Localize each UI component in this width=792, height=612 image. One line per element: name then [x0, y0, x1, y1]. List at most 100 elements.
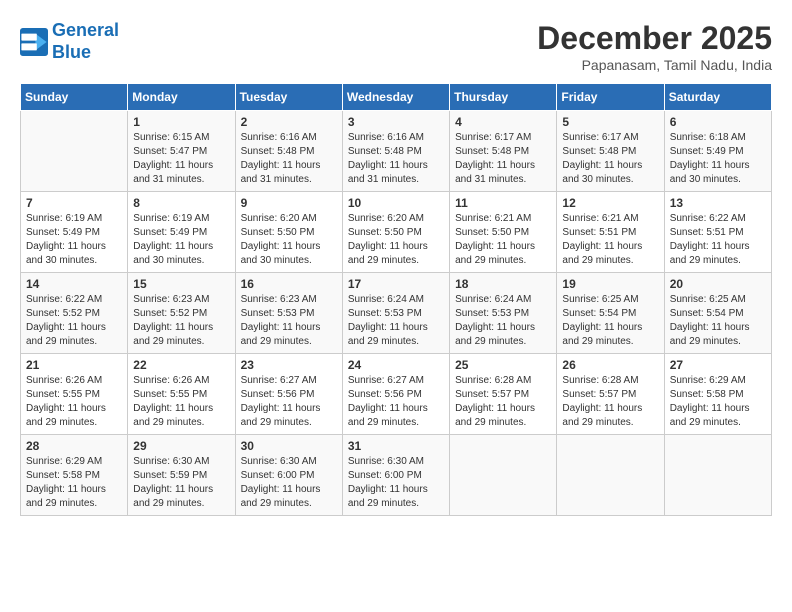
calendar-cell: 30 Sunrise: 6:30 AM Sunset: 6:00 PM Dayli…: [235, 435, 342, 516]
calendar-cell: 13 Sunrise: 6:22 AM Sunset: 5:51 PM Dayli…: [664, 192, 771, 273]
calendar-cell: 15Sunrise: 6:23 AM Sunset: 5:52 PM Dayli…: [128, 273, 235, 354]
calendar-cell: 12 Sunrise: 6:21 AM Sunset: 5:51 PM Dayli…: [557, 192, 664, 273]
day-number: 5: [562, 115, 658, 129]
calendar-cell: 24 Sunrise: 6:27 AM Sunset: 5:56 PM Dayli…: [342, 354, 449, 435]
calendar-cell: 4 Sunrise: 6:17 AM Sunset: 5:48 PM Daylig…: [450, 111, 557, 192]
month-title: December 2025: [537, 20, 772, 57]
calendar-cell: 20Sunrise: 6:25 AM Sunset: 5:54 PM Dayli…: [664, 273, 771, 354]
day-number: 7: [26, 196, 122, 210]
calendar-table: SundayMondayTuesdayWednesdayThursdayFrid…: [20, 83, 772, 516]
calendar-cell: 3 Sunrise: 6:16 AM Sunset: 5:48 PM Daylig…: [342, 111, 449, 192]
weekday-header: Monday: [128, 84, 235, 111]
day-number: 14: [26, 277, 122, 291]
cell-text: Sunrise: 6:19 AM Sunset: 5:49 PM Dayligh…: [26, 212, 122, 268]
calendar-cell: 5 Sunrise: 6:17 AM Sunset: 5:48 PM Daylig…: [557, 111, 664, 192]
day-number: 8: [133, 196, 229, 210]
cell-text: Sunrise: 6:20 AM Sunset: 5:50 PM Dayligh…: [241, 212, 337, 268]
calendar-cell: 17 Sunrise: 6:24 AM Sunset: 5:53 PM Dayli…: [342, 273, 449, 354]
calendar-cell: 14 Sunrise: 6:22 AM Sunset: 5:52 PM Dayli…: [21, 273, 128, 354]
day-number: 13: [670, 196, 766, 210]
cell-text: Sunrise: 6:28 AM Sunset: 5:57 PM Dayligh…: [562, 374, 658, 430]
calendar-cell: 1Sunrise: 6:15 AM Sunset: 5:47 PM Daylig…: [128, 111, 235, 192]
day-number: 31: [348, 439, 444, 453]
day-number: 11: [455, 196, 551, 210]
calendar-cell: 2Sunrise: 6:16 AM Sunset: 5:48 PM Daylig…: [235, 111, 342, 192]
cell-text: Sunrise: 6:27 AM Sunset: 5:56 PM Dayligh…: [348, 374, 444, 430]
logo: General Blue: [20, 20, 119, 63]
calendar-cell: 18 Sunrise: 6:24 AM Sunset: 5:53 PM Dayli…: [450, 273, 557, 354]
calendar-cell: [450, 435, 557, 516]
cell-text: Sunrise: 6:18 AM Sunset: 5:49 PM Dayligh…: [670, 131, 766, 187]
calendar-cell: 7 Sunrise: 6:19 AM Sunset: 5:49 PM Daylig…: [21, 192, 128, 273]
cell-text: Sunrise: 6:19 AM Sunset: 5:49 PM Dayligh…: [133, 212, 229, 268]
calendar-cell: 8 Sunrise: 6:19 AM Sunset: 5:49 PM Daylig…: [128, 192, 235, 273]
cell-text: Sunrise: 6:16 AM Sunset: 5:48 PM Dayligh…: [348, 131, 444, 187]
title-block: December 2025 Papanasam, Tamil Nadu, Ind…: [537, 20, 772, 73]
cell-text: Sunrise: 6:23 AM Sunset: 5:53 PM Dayligh…: [241, 293, 337, 349]
day-number: 23: [241, 358, 337, 372]
day-number: 12: [562, 196, 658, 210]
weekday-header: Friday: [557, 84, 664, 111]
day-number: 29: [133, 439, 229, 453]
day-number: 16: [241, 277, 337, 291]
weekday-header: Thursday: [450, 84, 557, 111]
cell-text: Sunrise: 6:26 AM Sunset: 5:55 PM Dayligh…: [133, 374, 229, 430]
day-number: 20: [670, 277, 766, 291]
calendar-cell: 29 Sunrise: 6:30 AM Sunset: 5:59 PM Dayli…: [128, 435, 235, 516]
cell-text: Sunrise: 6:22 AM Sunset: 5:52 PM Dayligh…: [26, 293, 122, 349]
cell-text: Sunrise: 6:23 AM Sunset: 5:52 PM Dayligh…: [133, 293, 229, 349]
cell-text: Sunrise: 6:21 AM Sunset: 5:50 PM Dayligh…: [455, 212, 551, 268]
calendar-week-row: 7 Sunrise: 6:19 AM Sunset: 5:49 PM Daylig…: [21, 192, 772, 273]
calendar-cell: 27 Sunrise: 6:29 AM Sunset: 5:58 PM Dayli…: [664, 354, 771, 435]
day-number: 10: [348, 196, 444, 210]
cell-text: Sunrise: 6:29 AM Sunset: 5:58 PM Dayligh…: [670, 374, 766, 430]
day-number: 25: [455, 358, 551, 372]
weekday-header: Saturday: [664, 84, 771, 111]
cell-text: Sunrise: 6:21 AM Sunset: 5:51 PM Dayligh…: [562, 212, 658, 268]
calendar-cell: [664, 435, 771, 516]
day-number: 3: [348, 115, 444, 129]
calendar-cell: 28 Sunrise: 6:29 AM Sunset: 5:58 PM Dayli…: [21, 435, 128, 516]
cell-text: Sunrise: 6:17 AM Sunset: 5:48 PM Dayligh…: [455, 131, 551, 187]
day-number: 4: [455, 115, 551, 129]
calendar-cell: 16 Sunrise: 6:23 AM Sunset: 5:53 PM Dayli…: [235, 273, 342, 354]
day-number: 27: [670, 358, 766, 372]
day-number: 26: [562, 358, 658, 372]
cell-text: Sunrise: 6:30 AM Sunset: 6:00 PM Dayligh…: [348, 455, 444, 511]
calendar-cell: 11 Sunrise: 6:21 AM Sunset: 5:50 PM Dayli…: [450, 192, 557, 273]
day-number: 28: [26, 439, 122, 453]
logo-icon: [20, 28, 48, 56]
day-number: 18: [455, 277, 551, 291]
cell-text: Sunrise: 6:22 AM Sunset: 5:51 PM Dayligh…: [670, 212, 766, 268]
day-number: 6: [670, 115, 766, 129]
day-number: 22: [133, 358, 229, 372]
cell-text: Sunrise: 6:30 AM Sunset: 6:00 PM Dayligh…: [241, 455, 337, 511]
cell-text: Sunrise: 6:16 AM Sunset: 5:48 PM Dayligh…: [241, 131, 337, 187]
page-header: General Blue December 2025 Papanasam, Ta…: [20, 20, 772, 73]
logo-text: General Blue: [52, 20, 119, 63]
cell-text: Sunrise: 6:26 AM Sunset: 5:55 PM Dayligh…: [26, 374, 122, 430]
cell-text: Sunrise: 6:27 AM Sunset: 5:56 PM Dayligh…: [241, 374, 337, 430]
cell-text: Sunrise: 6:29 AM Sunset: 5:58 PM Dayligh…: [26, 455, 122, 511]
cell-text: Sunrise: 6:24 AM Sunset: 5:53 PM Dayligh…: [348, 293, 444, 349]
cell-text: Sunrise: 6:25 AM Sunset: 5:54 PM Dayligh…: [562, 293, 658, 349]
calendar-cell: 26 Sunrise: 6:28 AM Sunset: 5:57 PM Dayli…: [557, 354, 664, 435]
location: Papanasam, Tamil Nadu, India: [537, 57, 772, 73]
calendar-cell: 9Sunrise: 6:20 AM Sunset: 5:50 PM Daylig…: [235, 192, 342, 273]
calendar-week-row: 1Sunrise: 6:15 AM Sunset: 5:47 PM Daylig…: [21, 111, 772, 192]
calendar-week-row: 21Sunrise: 6:26 AM Sunset: 5:55 PM Dayli…: [21, 354, 772, 435]
cell-text: Sunrise: 6:30 AM Sunset: 5:59 PM Dayligh…: [133, 455, 229, 511]
day-number: 24: [348, 358, 444, 372]
cell-text: Sunrise: 6:28 AM Sunset: 5:57 PM Dayligh…: [455, 374, 551, 430]
weekday-header: Tuesday: [235, 84, 342, 111]
calendar-cell: 19Sunrise: 6:25 AM Sunset: 5:54 PM Dayli…: [557, 273, 664, 354]
cell-text: Sunrise: 6:24 AM Sunset: 5:53 PM Dayligh…: [455, 293, 551, 349]
calendar-header-row: SundayMondayTuesdayWednesdayThursdayFrid…: [21, 84, 772, 111]
calendar-cell: 10Sunrise: 6:20 AM Sunset: 5:50 PM Dayli…: [342, 192, 449, 273]
cell-text: Sunrise: 6:17 AM Sunset: 5:48 PM Dayligh…: [562, 131, 658, 187]
calendar-cell: 25 Sunrise: 6:28 AM Sunset: 5:57 PM Dayli…: [450, 354, 557, 435]
calendar-cell: 21Sunrise: 6:26 AM Sunset: 5:55 PM Dayli…: [21, 354, 128, 435]
day-number: 30: [241, 439, 337, 453]
calendar-cell: 22 Sunrise: 6:26 AM Sunset: 5:55 PM Dayli…: [128, 354, 235, 435]
day-number: 17: [348, 277, 444, 291]
